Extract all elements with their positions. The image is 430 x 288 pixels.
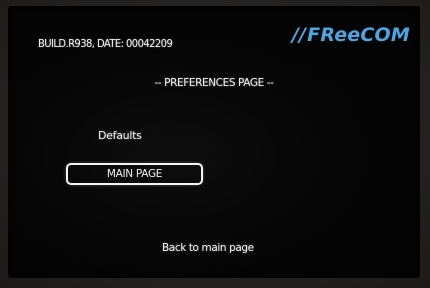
logo-text: FReeCOM — [307, 24, 410, 46]
defaults-option[interactable]: Defaults — [98, 129, 142, 142]
tv-screen: BUILD.R938, DATE: 00042209 //FReeCOM -- … — [8, 6, 420, 278]
logo-slashes: // — [291, 24, 307, 46]
build-info: BUILD.R938, DATE: 00042209 — [38, 38, 173, 50]
freecom-logo: //FReeCOM — [292, 24, 410, 46]
back-to-main-page-link[interactable]: Back to main page — [162, 242, 254, 254]
main-page-button[interactable]: MAIN PAGE — [66, 163, 203, 185]
page-title: -- PREFERENCES PAGE -- — [154, 77, 274, 89]
